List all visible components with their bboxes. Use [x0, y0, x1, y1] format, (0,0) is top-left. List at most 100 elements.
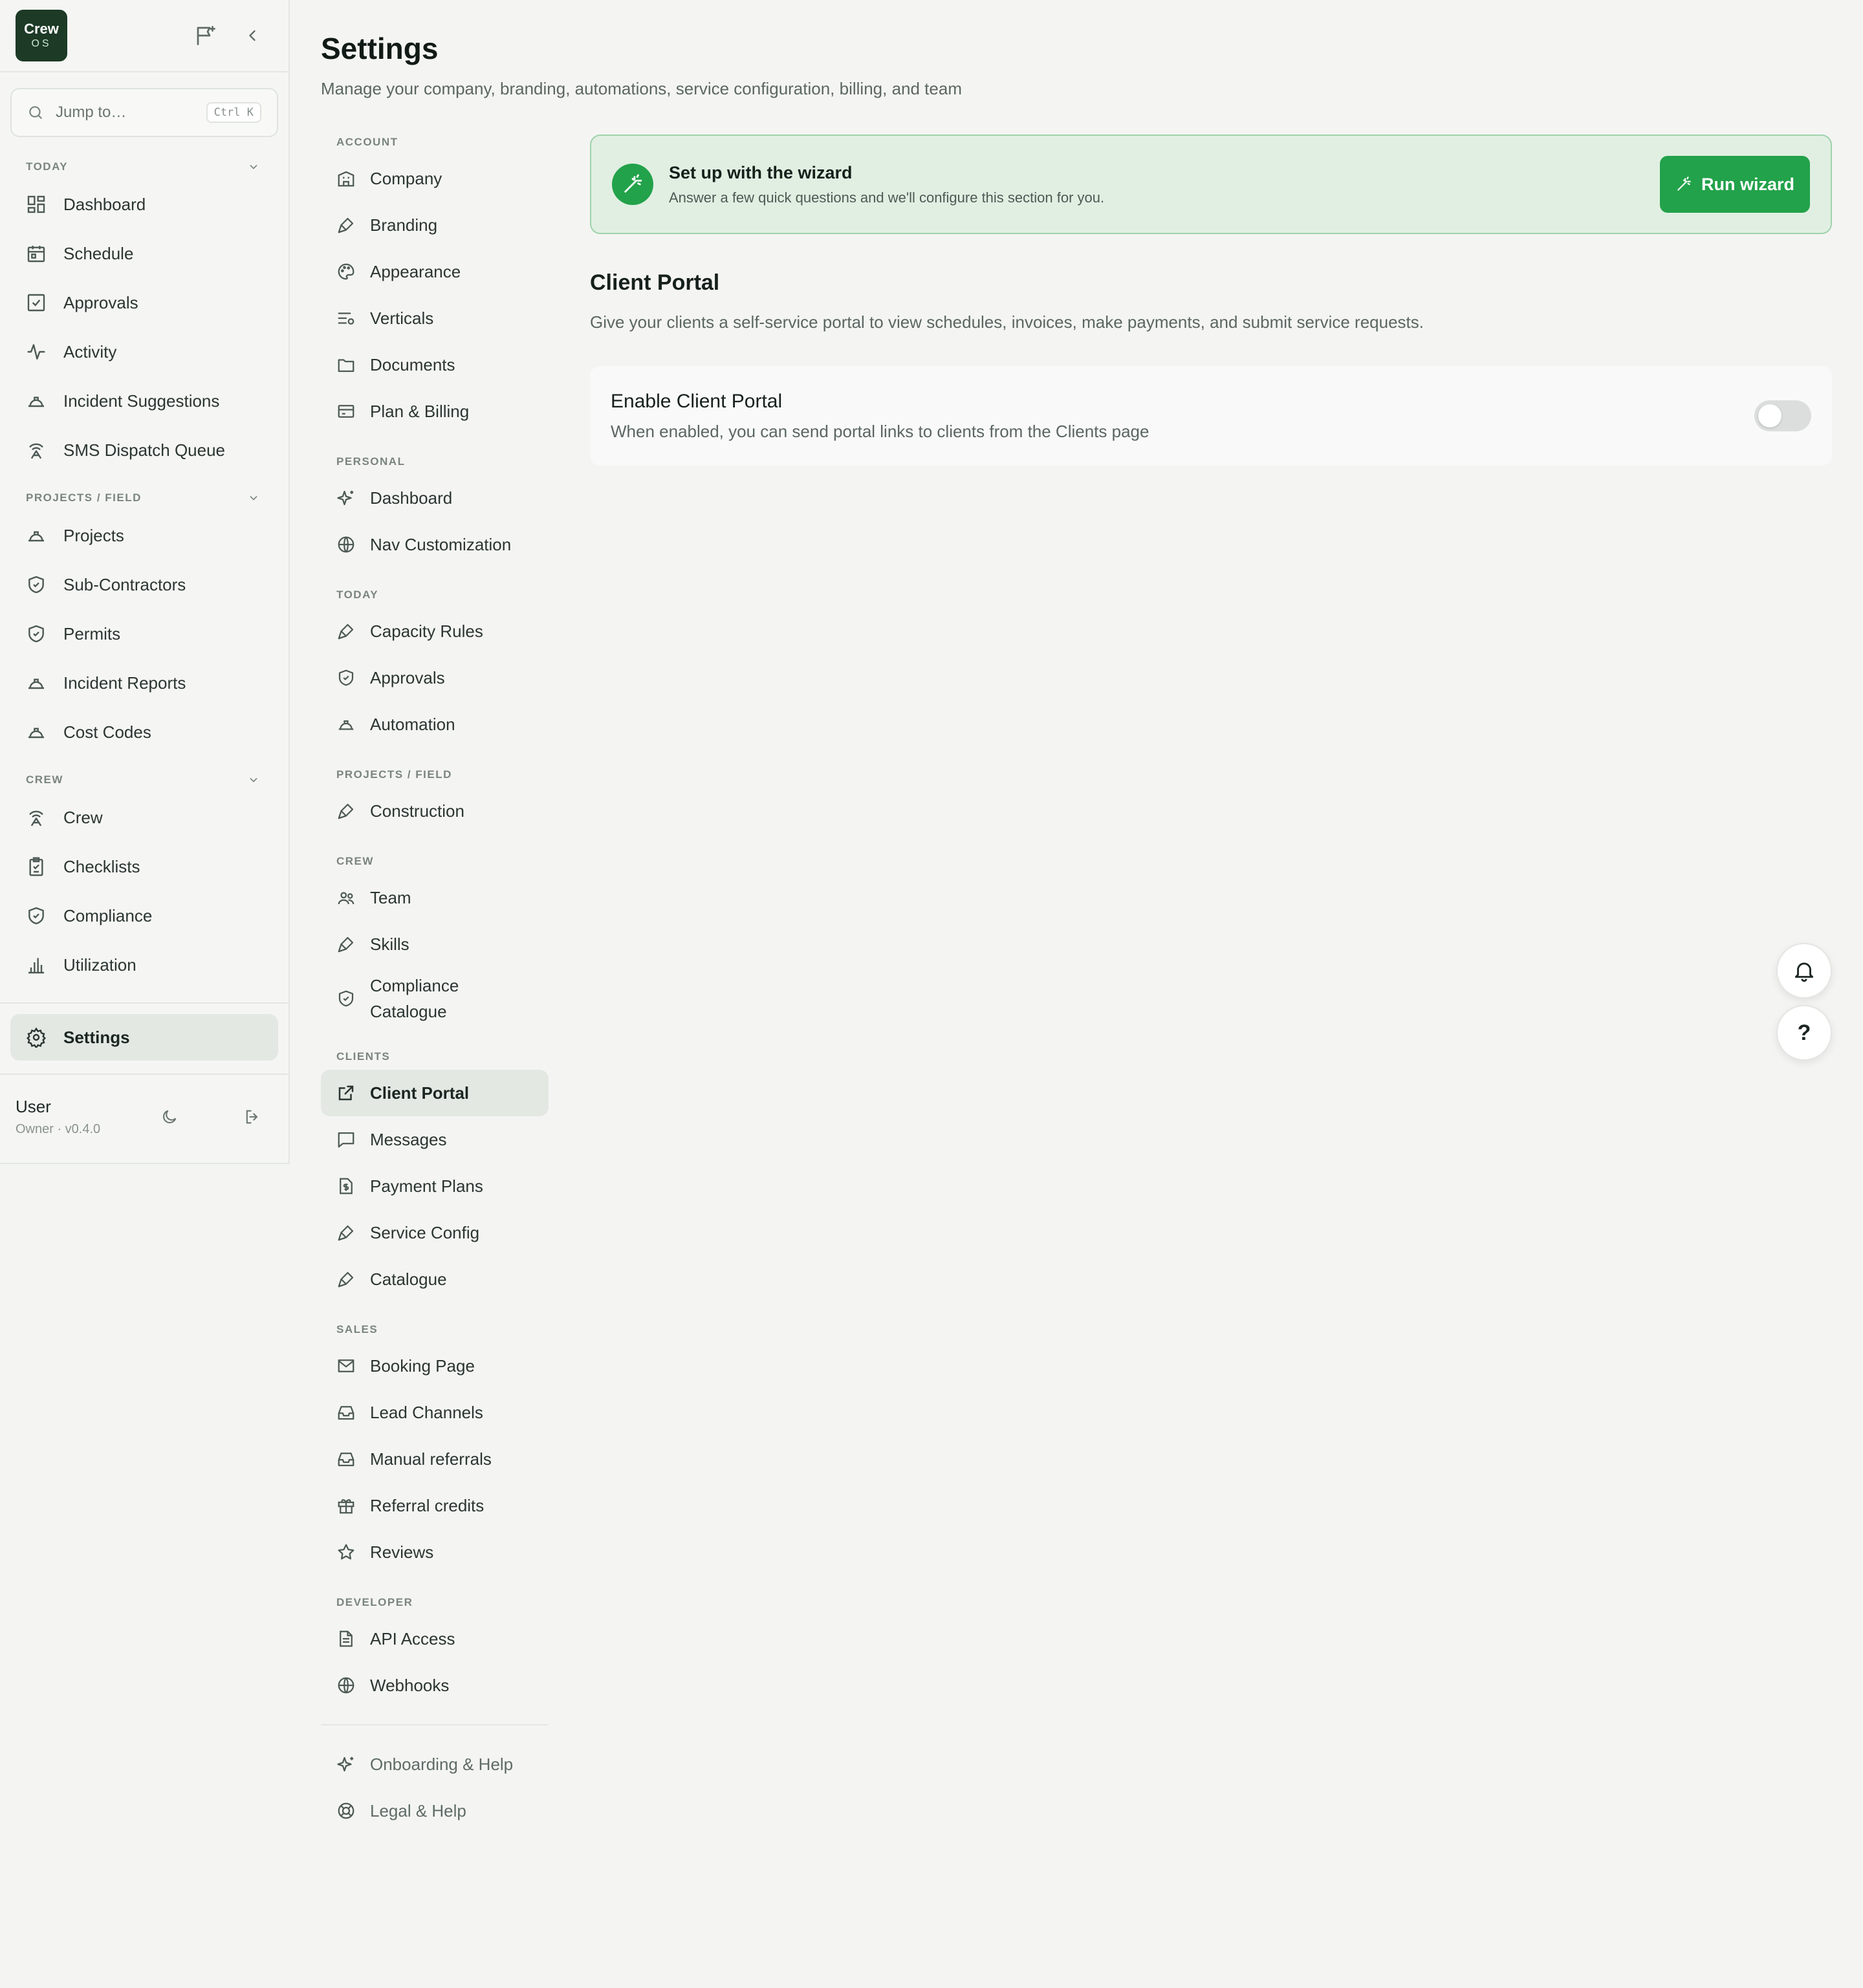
- moon-icon[interactable]: [160, 1108, 179, 1126]
- settings-nav-referral-credits[interactable]: Referral credits: [321, 1482, 549, 1529]
- settings-nav-group-title: TODAY: [336, 589, 379, 601]
- settings-nav-documents[interactable]: Documents: [321, 341, 549, 388]
- brush-icon: [336, 935, 356, 954]
- settings-nav-client-portal[interactable]: Client Portal: [321, 1070, 549, 1116]
- sidebar-item-sub-contractors[interactable]: Sub-Contractors: [0, 560, 289, 609]
- settings-nav-automation[interactable]: Automation: [321, 701, 549, 748]
- sidebar-item-dashboard[interactable]: Dashboard: [0, 180, 289, 229]
- feedback-flag-icon[interactable]: [194, 24, 217, 47]
- inbox-icon: [336, 1403, 356, 1422]
- sidebar-item-compliance[interactable]: Compliance: [0, 891, 289, 940]
- sidebar-item-permits[interactable]: Permits: [0, 609, 289, 658]
- sidebar-item-utilization[interactable]: Utilization: [0, 940, 289, 989]
- sidebar-item-incident-reports[interactable]: Incident Reports: [0, 658, 289, 708]
- settings-nav-label: Appearance: [370, 262, 461, 281]
- inbox-icon: [336, 1449, 356, 1469]
- settings-nav-messages[interactable]: Messages: [321, 1116, 549, 1163]
- sidebar-item-approvals[interactable]: Approvals: [0, 278, 289, 327]
- settings-nav-approvals[interactable]: Approvals: [321, 654, 549, 701]
- list-settings-icon: [336, 308, 356, 328]
- brush-icon: [336, 1223, 356, 1242]
- chevron-down-icon: [247, 492, 260, 504]
- settings-nav-label: Booking Page: [370, 1356, 475, 1376]
- settings-nav-label: Referral credits: [370, 1496, 485, 1515]
- notifications-button[interactable]: [1776, 943, 1832, 999]
- sidebar-item-label: Dashboard: [63, 194, 146, 214]
- jump-to-search[interactable]: Jump to… Ctrl K: [10, 88, 278, 137]
- settings-nav-manual-referrals[interactable]: Manual referrals: [321, 1436, 549, 1482]
- settings-nav-catalogue[interactable]: Catalogue: [321, 1256, 549, 1302]
- settings-nav-construction[interactable]: Construction: [321, 788, 549, 834]
- sidebar-item-projects[interactable]: Projects: [0, 511, 289, 560]
- settings-nav-label: Manual referrals: [370, 1449, 492, 1469]
- settings-nav-label: Company: [370, 169, 442, 188]
- settings-nav-plan-billing[interactable]: Plan & Billing: [321, 388, 549, 435]
- users-icon: [336, 888, 356, 907]
- sidebar-item-sms-dispatch-queue[interactable]: SMS Dispatch Queue: [0, 426, 289, 475]
- settings-nav-payment-plans[interactable]: Payment Plans: [321, 1163, 549, 1209]
- sidebar-item-schedule[interactable]: Schedule: [0, 229, 289, 278]
- sparkles-icon: [336, 1755, 356, 1774]
- settings-nav-appearance[interactable]: Appearance: [321, 248, 549, 295]
- sidebar-item-label: Incident Reports: [63, 673, 186, 693]
- message-icon: [336, 1130, 356, 1149]
- sidebar-item-cost-codes[interactable]: Cost Codes: [0, 708, 289, 757]
- settings-nav-personal-dashboard[interactable]: Dashboard: [321, 475, 549, 521]
- sidebar-item-label: Compliance: [63, 905, 153, 925]
- activity-icon: [26, 341, 47, 362]
- settings-nav-skills[interactable]: Skills: [321, 921, 549, 967]
- settings-nav-label: Reviews: [370, 1542, 434, 1562]
- logo[interactable]: Crew OS: [16, 10, 67, 61]
- sidebar-item-crew[interactable]: Crew: [0, 793, 289, 842]
- collapse-sidebar-chevron-icon[interactable]: [243, 27, 261, 45]
- search-icon: [27, 104, 44, 121]
- hard-hat-icon: [26, 673, 47, 693]
- building-icon: [336, 169, 356, 188]
- settings-nav-service-config[interactable]: Service Config: [321, 1209, 549, 1256]
- settings-nav-group-title: CLIENTS: [336, 1050, 391, 1063]
- sidebar-section-today[interactable]: TODAY: [0, 154, 289, 180]
- shield-check-icon: [26, 905, 47, 926]
- hard-hat-icon: [26, 525, 47, 546]
- user-panel: User Owner · v0.4.0: [0, 1074, 289, 1159]
- settings-nav-webhooks[interactable]: Webhooks: [321, 1662, 549, 1709]
- settings-nav-capacity-rules[interactable]: Capacity Rules: [321, 608, 549, 654]
- radio-tower-icon: [26, 440, 47, 460]
- settings-nav-compliance-catalogue[interactable]: Compliance Catalogue: [321, 967, 476, 1030]
- shield-check-icon: [336, 989, 356, 1008]
- sidebar-item-incident-suggestions[interactable]: Incident Suggestions: [0, 376, 289, 426]
- settings-nav-label: Approvals: [370, 668, 445, 687]
- sidebar-item-activity[interactable]: Activity: [0, 327, 289, 376]
- settings-nav-label: Compliance Catalogue: [370, 976, 459, 1021]
- sidebar-section-projects-field[interactable]: PROJECTS / FIELD: [0, 485, 289, 511]
- settings-nav-legal-help[interactable]: Legal & Help: [321, 1788, 549, 1834]
- section-description: Give your clients a self-service portal …: [590, 312, 1424, 332]
- enable-client-portal-toggle[interactable]: [1754, 400, 1811, 431]
- settings-nav-team[interactable]: Team: [321, 874, 549, 921]
- settings-nav-verticals[interactable]: Verticals: [321, 295, 549, 341]
- settings-nav-api-access[interactable]: API Access: [321, 1615, 549, 1662]
- settings-nav-label: Dashboard: [370, 488, 453, 508]
- sidebar-item-settings[interactable]: Settings: [10, 1014, 278, 1061]
- toggle-knob: [1758, 404, 1781, 427]
- user-name: User: [16, 1097, 51, 1116]
- sidebar-item-label: Crew: [63, 807, 103, 827]
- logout-icon[interactable]: [243, 1108, 261, 1126]
- settings-nav-reviews[interactable]: Reviews: [321, 1529, 549, 1575]
- settings-nav-nav-customization[interactable]: Nav Customization: [321, 521, 549, 568]
- settings-nav-branding[interactable]: Branding: [321, 202, 549, 248]
- settings-nav-onboarding-help[interactable]: Onboarding & Help: [321, 1741, 549, 1788]
- help-button[interactable]: ?: [1776, 1005, 1832, 1061]
- settings-content: Set up with the wizard Answer a few quic…: [590, 135, 1832, 466]
- settings-nav-lead-channels[interactable]: Lead Channels: [321, 1389, 549, 1436]
- sidebar-item-checklists[interactable]: Checklists: [0, 842, 289, 891]
- sidebar-section-crew[interactable]: CREW: [0, 767, 289, 793]
- settings-nav-booking-page[interactable]: Booking Page: [321, 1343, 549, 1389]
- settings-nav-company[interactable]: Company: [321, 155, 549, 202]
- settings-nav-group-title: PERSONAL: [336, 455, 406, 468]
- run-wizard-button[interactable]: Run wizard: [1659, 156, 1810, 213]
- settings-nav-group-title: ACCOUNT: [336, 136, 398, 148]
- settings-nav-label: Client Portal: [370, 1083, 470, 1103]
- sidebar-item-label: Checklists: [63, 856, 140, 876]
- credit-card-icon: [336, 402, 356, 421]
